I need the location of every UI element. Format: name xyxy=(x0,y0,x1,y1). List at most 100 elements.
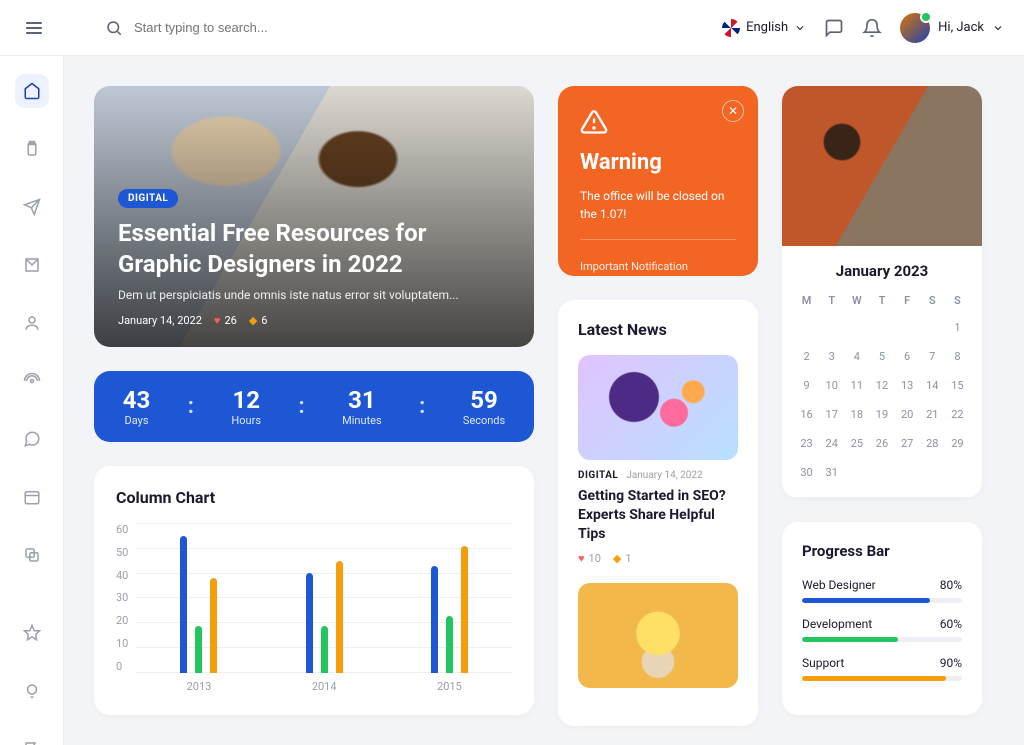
calendar-day[interactable]: 26 xyxy=(871,431,892,456)
heart-icon: ♥ xyxy=(578,552,585,565)
nav-home[interactable] xyxy=(15,74,49,108)
warning-message: The office will be closed on the 1.07! xyxy=(580,187,736,240)
calendar-title: January 2023 xyxy=(782,246,982,290)
progress-card: Progress Bar Web Designer80%Development6… xyxy=(782,522,982,715)
app-body: DIGITAL Essential Free Resources for Gra… xyxy=(0,56,1024,745)
calendar-day[interactable]: 30 xyxy=(796,460,817,485)
sidebar xyxy=(0,56,64,745)
chart-bar[interactable] xyxy=(210,578,217,673)
top-bar: English Hi, Jack xyxy=(0,0,1024,56)
calendar-day[interactable]: 10 xyxy=(821,373,842,398)
calendar-card: January 2023 MTWTFSS12345678910111213141… xyxy=(782,86,982,498)
calendar-day[interactable]: 4 xyxy=(846,344,867,369)
nav-flag[interactable] xyxy=(15,732,49,745)
news-item[interactable] xyxy=(578,583,738,688)
progress-label: Web Designer xyxy=(802,578,876,592)
calendar-day[interactable]: 28 xyxy=(922,431,943,456)
calendar-day[interactable]: 25 xyxy=(846,431,867,456)
chat-icon[interactable] xyxy=(824,18,844,38)
calendar-day[interactable]: 24 xyxy=(821,431,842,456)
calendar-day[interactable]: 12 xyxy=(871,373,892,398)
calendar-day[interactable]: 17 xyxy=(821,402,842,427)
calendar-day xyxy=(922,315,943,340)
search-input[interactable] xyxy=(134,20,394,35)
progress-row: Support 90% xyxy=(802,656,962,681)
progress-pct: 90% xyxy=(940,656,962,670)
calendar-day[interactable]: 20 xyxy=(897,402,918,427)
calendar-day xyxy=(871,460,892,485)
hero-card[interactable]: DIGITAL Essential Free Resources for Gra… xyxy=(94,86,534,347)
calendar-day[interactable]: 5 xyxy=(871,344,892,369)
chart-bar[interactable] xyxy=(336,561,343,674)
search-icon xyxy=(104,18,124,38)
main-content: DIGITAL Essential Free Resources for Gra… xyxy=(64,56,1024,745)
calendar-day[interactable]: 21 xyxy=(922,402,943,427)
hero-comments: 6 xyxy=(261,314,267,327)
calendar-day[interactable]: 16 xyxy=(796,402,817,427)
chart-bar[interactable] xyxy=(321,626,328,674)
nav-message[interactable] xyxy=(15,422,49,456)
chart-bar[interactable] xyxy=(195,626,202,674)
nav-broadcast[interactable] xyxy=(15,364,49,398)
nav-clipboard[interactable] xyxy=(15,132,49,166)
calendar-day[interactable]: 1 xyxy=(947,315,968,340)
user-menu[interactable]: Hi, Jack xyxy=(900,13,1004,43)
calendar-day[interactable]: 13 xyxy=(897,373,918,398)
chart-bar[interactable] xyxy=(461,546,468,674)
comment-icon: ◆ xyxy=(249,314,257,327)
chart-bar[interactable] xyxy=(431,566,438,674)
calendar-day[interactable]: 9 xyxy=(796,373,817,398)
calendar-day[interactable]: 19 xyxy=(871,402,892,427)
warning-footer: Important Notification xyxy=(580,260,736,273)
calendar-hero-image xyxy=(782,86,982,246)
calendar-dow: T xyxy=(871,290,892,311)
calendar-day[interactable]: 2 xyxy=(796,344,817,369)
language-selector[interactable]: English xyxy=(722,19,806,37)
calendar-day[interactable]: 23 xyxy=(796,431,817,456)
calendar-day[interactable]: 6 xyxy=(897,344,918,369)
search-group xyxy=(104,18,706,38)
calendar-day xyxy=(796,315,817,340)
nav-star[interactable] xyxy=(15,616,49,650)
chevron-down-icon xyxy=(992,22,1004,34)
calendar-dow: T xyxy=(821,290,842,311)
calendar-day[interactable]: 8 xyxy=(947,344,968,369)
calendar-day[interactable]: 31 xyxy=(821,460,842,485)
calendar-dow: M xyxy=(796,290,817,311)
calendar-day xyxy=(821,315,842,340)
nav-user[interactable] xyxy=(15,306,49,340)
news-item-title: Getting Started in SEO? Experts Share He… xyxy=(578,487,738,544)
hero-likes: 26 xyxy=(224,314,236,327)
calendar-dow: S xyxy=(947,290,968,311)
menu-toggle-button[interactable] xyxy=(20,16,48,40)
calendar-day[interactable]: 29 xyxy=(947,431,968,456)
chart-bar[interactable] xyxy=(306,573,313,673)
calendar-day[interactable]: 22 xyxy=(947,402,968,427)
alert-icon xyxy=(580,108,736,140)
calendar-day[interactable]: 14 xyxy=(922,373,943,398)
calendar-day[interactable]: 3 xyxy=(821,344,842,369)
close-button[interactable]: ✕ xyxy=(722,100,744,122)
progress-label: Support xyxy=(802,656,844,670)
calendar-day[interactable]: 7 xyxy=(922,344,943,369)
bell-icon[interactable] xyxy=(862,18,882,38)
calendar-day[interactable]: 15 xyxy=(947,373,968,398)
chart-bar[interactable] xyxy=(180,536,187,674)
calendar-footer[interactable]: Jan xyxy=(782,497,982,498)
countdown-card: 43Days : 12Hours : 31Minutes : 59Seconds xyxy=(94,371,534,442)
nav-mail[interactable] xyxy=(15,248,49,282)
chart-card: Column Chart 6050403020100 201320142015 xyxy=(94,466,534,715)
nav-calendar[interactable] xyxy=(15,480,49,514)
news-item[interactable]: DIGITALJanuary 14, 2022 Getting Started … xyxy=(578,355,738,565)
calendar-day[interactable]: 11 xyxy=(846,373,867,398)
calendar-day[interactable]: 18 xyxy=(846,402,867,427)
progress-row: Web Designer80% xyxy=(802,578,962,603)
calendar-day xyxy=(846,315,867,340)
chart-bar[interactable] xyxy=(446,616,453,674)
progress-title: Progress Bar xyxy=(802,542,962,560)
nav-send[interactable] xyxy=(15,190,49,224)
nav-copy[interactable] xyxy=(15,538,49,572)
calendar-day[interactable]: 27 xyxy=(897,431,918,456)
calendar-day xyxy=(922,460,943,485)
nav-bulb[interactable] xyxy=(15,674,49,708)
